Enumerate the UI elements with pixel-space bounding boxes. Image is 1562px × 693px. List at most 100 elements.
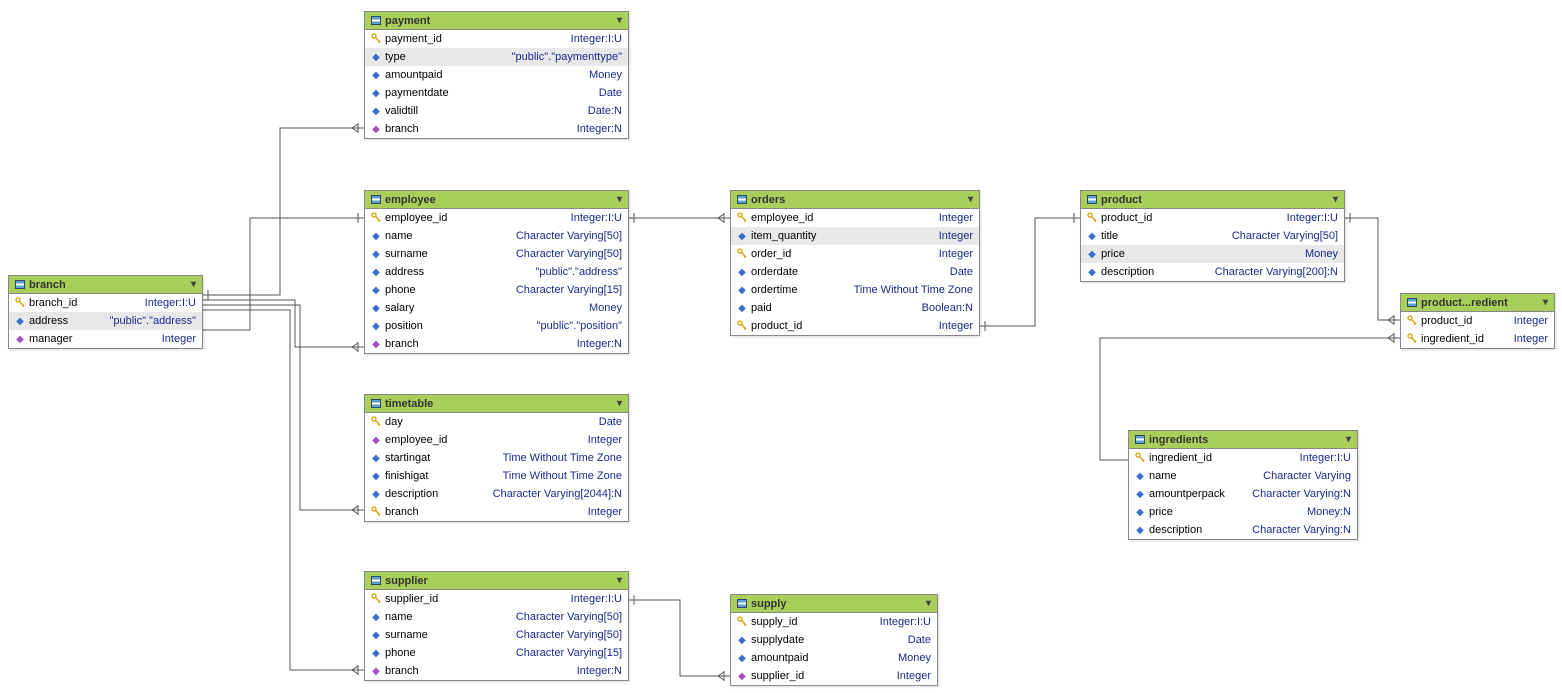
diamond-icon: ◆ — [371, 453, 381, 464]
column-type: Character Varying[50] — [516, 611, 622, 623]
column-row[interactable]: employee_idInteger:I:U — [365, 209, 628, 227]
column-row[interactable]: payment_idInteger:I:U — [365, 30, 628, 48]
diamond-icon: ◆ — [1087, 249, 1097, 260]
column-row[interactable]: ◆ordertimeTime Without Time Zone — [731, 281, 979, 299]
column-row[interactable]: supply_idInteger:I:U — [731, 613, 937, 631]
column-row[interactable]: ◆supplydateDate — [731, 631, 937, 649]
column-row[interactable]: ingredient_idInteger — [1401, 330, 1554, 348]
column-row[interactable]: ◆nameCharacter Varying[50] — [365, 227, 628, 245]
column-row[interactable]: product_idInteger:I:U — [1081, 209, 1344, 227]
column-row[interactable]: ◆surnameCharacter Varying[50] — [365, 245, 628, 263]
column-row[interactable]: ◆paymentdateDate — [365, 84, 628, 102]
chevron-down-icon[interactable]: ▾ — [1543, 297, 1548, 308]
column-row[interactable]: ◆finishigatTime Without Time Zone — [365, 467, 628, 485]
column-row[interactable]: ◆nameCharacter Varying[50] — [365, 608, 628, 626]
entity-header[interactable]: branch▾ — [9, 276, 202, 294]
column-row[interactable]: ◆descriptionCharacter Varying:N — [1129, 521, 1357, 539]
column-type: Character Varying — [1263, 470, 1351, 482]
column-row[interactable]: ◆orderdateDate — [731, 263, 979, 281]
column-row[interactable]: ◆amountperpackCharacter Varying:N — [1129, 485, 1357, 503]
chevron-down-icon[interactable]: ▾ — [617, 575, 622, 586]
entity-header[interactable]: product▾ — [1081, 191, 1344, 209]
column-row[interactable]: ◆descriptionCharacter Varying[200]:N — [1081, 263, 1344, 281]
column-name: branch — [385, 338, 419, 350]
diamond-icon: ◆ — [371, 303, 381, 314]
entity-product[interactable]: product▾product_idInteger:I:U◆titleChara… — [1080, 190, 1345, 282]
column-row[interactable]: ◆supplier_idInteger — [731, 667, 937, 685]
entity-header[interactable]: supply▾ — [731, 595, 937, 613]
column-name: payment_id — [385, 33, 442, 45]
entity-header[interactable]: supplier▾ — [365, 572, 628, 590]
column-name: price — [1101, 248, 1125, 260]
column-row[interactable]: ◆startingatTime Without Time Zone — [365, 449, 628, 467]
column-name: surname — [385, 629, 428, 641]
diamond-icon: ◆ — [737, 635, 747, 646]
column-row[interactable]: ◆amountpaidMoney — [365, 66, 628, 84]
key-icon — [1087, 212, 1097, 225]
column-row[interactable]: ◆branchInteger:N — [365, 120, 628, 138]
column-row[interactable]: ◆branchInteger:N — [365, 335, 628, 353]
chevron-down-icon[interactable]: ▾ — [191, 279, 196, 290]
diamond-icon: ◆ — [371, 249, 381, 260]
column-row[interactable]: ◆validtillDate:N — [365, 102, 628, 120]
entity-header[interactable]: payment▾ — [365, 12, 628, 30]
column-row[interactable]: ◆priceMoney:N — [1129, 503, 1357, 521]
column-row[interactable]: ◆branchInteger:N — [365, 662, 628, 680]
entity-supply[interactable]: supply▾supply_idInteger:I:U◆supplydateDa… — [730, 594, 938, 686]
column-row[interactable]: ◆phoneCharacter Varying[15] — [365, 644, 628, 662]
entity-header[interactable]: timetable▾ — [365, 395, 628, 413]
entity-header[interactable]: orders▾ — [731, 191, 979, 209]
column-row[interactable]: ◆address"public"."address" — [9, 312, 202, 330]
entity-header[interactable]: ingredients▾ — [1129, 431, 1357, 449]
column-row[interactable]: ◆address"public"."address" — [365, 263, 628, 281]
key-icon — [371, 416, 381, 429]
entity-product_ingredient[interactable]: product...redient▾product_idIntegeringre… — [1400, 293, 1555, 349]
chevron-down-icon[interactable]: ▾ — [1346, 434, 1351, 445]
column-row[interactable]: branch_idInteger:I:U — [9, 294, 202, 312]
entity-supplier[interactable]: supplier▾supplier_idInteger:I:U◆nameChar… — [364, 571, 629, 681]
column-row[interactable]: ◆descriptionCharacter Varying[2044]:N — [365, 485, 628, 503]
column-row[interactable]: supplier_idInteger:I:U — [365, 590, 628, 608]
column-row[interactable]: ◆priceMoney — [1081, 245, 1344, 263]
column-row[interactable]: ◆nameCharacter Varying — [1129, 467, 1357, 485]
column-row[interactable]: ◆item_quantityInteger — [731, 227, 979, 245]
column-name: branch — [385, 665, 419, 677]
column-row[interactable]: product_idInteger — [731, 317, 979, 335]
chevron-down-icon[interactable]: ▾ — [617, 194, 622, 205]
chevron-down-icon[interactable]: ▾ — [926, 598, 931, 609]
column-row[interactable]: ingredient_idInteger:I:U — [1129, 449, 1357, 467]
chevron-down-icon[interactable]: ▾ — [968, 194, 973, 205]
entity-ingredients[interactable]: ingredients▾ingredient_idInteger:I:U◆nam… — [1128, 430, 1358, 540]
column-row[interactable]: ◆phoneCharacter Varying[15] — [365, 281, 628, 299]
column-row[interactable]: branchInteger — [365, 503, 628, 521]
column-type: Integer — [939, 320, 973, 332]
column-row[interactable]: ◆titleCharacter Varying[50] — [1081, 227, 1344, 245]
table-icon — [371, 16, 381, 25]
entity-header[interactable]: employee▾ — [365, 191, 628, 209]
column-row[interactable]: ◆type"public"."paymenttype" — [365, 48, 628, 66]
column-row[interactable]: ◆paidBoolean:N — [731, 299, 979, 317]
column-type: Integer — [939, 248, 973, 260]
diamond-icon: ◆ — [371, 321, 381, 332]
entity-orders[interactable]: orders▾employee_idInteger◆item_quantityI… — [730, 190, 980, 336]
column-row[interactable]: ◆position"public"."position" — [365, 317, 628, 335]
entity-payment[interactable]: payment▾payment_idInteger:I:U◆type"publi… — [364, 11, 629, 139]
column-row[interactable]: ◆surnameCharacter Varying[50] — [365, 626, 628, 644]
entity-header[interactable]: product...redient▾ — [1401, 294, 1554, 312]
column-row[interactable]: dayDate — [365, 413, 628, 431]
chevron-down-icon[interactable]: ▾ — [617, 15, 622, 26]
table-icon — [1135, 435, 1145, 444]
column-row[interactable]: employee_idInteger — [731, 209, 979, 227]
column-row[interactable]: product_idInteger — [1401, 312, 1554, 330]
column-name: branch — [385, 123, 419, 135]
column-row[interactable]: ◆salaryMoney — [365, 299, 628, 317]
entity-timetable[interactable]: timetable▾dayDate◆employee_idInteger◆sta… — [364, 394, 629, 522]
entity-employee[interactable]: employee▾employee_idInteger:I:U◆nameChar… — [364, 190, 629, 354]
chevron-down-icon[interactable]: ▾ — [1333, 194, 1338, 205]
column-row[interactable]: ◆managerInteger — [9, 330, 202, 348]
column-row[interactable]: ◆employee_idInteger — [365, 431, 628, 449]
chevron-down-icon[interactable]: ▾ — [617, 398, 622, 409]
column-row[interactable]: ◆amountpaidMoney — [731, 649, 937, 667]
column-row[interactable]: order_idInteger — [731, 245, 979, 263]
entity-branch[interactable]: branch▾branch_idInteger:I:U◆address"publ… — [8, 275, 203, 349]
